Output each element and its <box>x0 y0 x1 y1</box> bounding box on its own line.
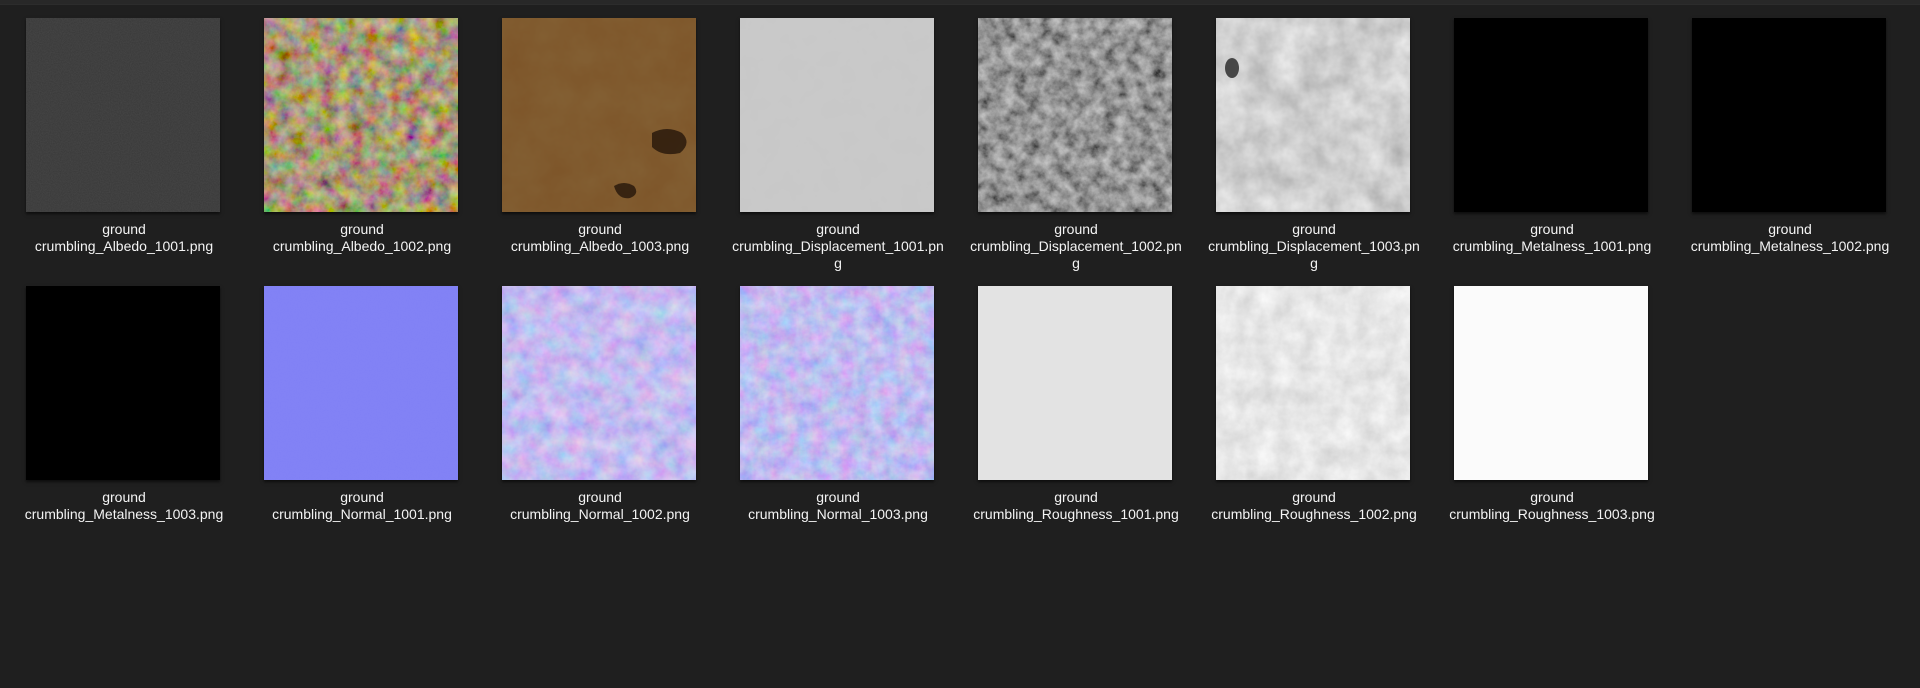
file-item[interactable]: ground crumbling_Roughness_1001.png <box>952 286 1180 548</box>
file-name: ground crumbling_Albedo_1001.png <box>34 221 214 254</box>
thumbnail-image <box>1216 286 1410 480</box>
thumbnail-image <box>264 18 458 212</box>
thumbnail-image <box>1454 286 1648 480</box>
file-item[interactable]: ground crumbling_Displacement_1003.pn g <box>1190 18 1420 280</box>
file-item[interactable]: ground crumbling_Metalness_1002.png <box>1666 18 1894 280</box>
thumbnail-image <box>502 18 696 212</box>
file-item[interactable]: ground crumbling_Metalness_1003.png <box>0 286 228 548</box>
file-item[interactable]: ground crumbling_Normal_1003.png <box>714 286 942 548</box>
file-name: ground crumbling_Normal_1003.png <box>748 489 928 522</box>
thumbnail-image <box>1454 18 1648 212</box>
file-item[interactable]: ground crumbling_Displacement_1001.pn g <box>714 18 944 280</box>
file-name: ground crumbling_Albedo_1003.png <box>510 221 690 254</box>
thumbnail-image <box>502 286 696 480</box>
thumbnail-image <box>978 286 1172 480</box>
file-name: ground crumbling_Roughness_1001.png <box>973 489 1179 522</box>
file-name: ground crumbling_Roughness_1003.png <box>1449 489 1655 522</box>
thumbnail-image <box>1692 18 1886 212</box>
file-name: ground crumbling_Displacement_1002.pn g <box>970 221 1182 271</box>
file-name: ground crumbling_Displacement_1003.pn g <box>1208 221 1420 271</box>
file-item[interactable]: ground crumbling_Roughness_1002.png <box>1190 286 1418 548</box>
file-grid: ground crumbling_Albedo_1001.png ground cr… <box>0 0 1920 688</box>
thumbnail-image <box>1216 18 1410 212</box>
file-item[interactable]: ground crumbling_Normal_1001.png <box>238 286 466 548</box>
thumbnail-image <box>740 18 934 212</box>
file-item[interactable]: ground crumbling_Albedo_1002.png <box>238 18 466 280</box>
file-name: ground crumbling_Metalness_1002.png <box>1690 221 1890 254</box>
file-item[interactable]: ground crumbling_Displacement_1002.pn g <box>952 18 1182 280</box>
file-item[interactable]: ground crumbling_Roughness_1003.png <box>1428 286 1656 548</box>
thumbnail-image <box>26 18 220 212</box>
thumbnail-image <box>26 286 220 480</box>
thumbnail-image <box>264 286 458 480</box>
file-name: ground crumbling_Roughness_1002.png <box>1211 489 1417 522</box>
file-name: ground crumbling_Normal_1002.png <box>510 489 690 522</box>
thumbnail-image <box>978 18 1172 212</box>
file-item[interactable]: ground crumbling_Metalness_1001.png <box>1428 18 1656 280</box>
file-item[interactable]: ground crumbling_Albedo_1003.png <box>476 18 704 280</box>
file-item[interactable]: ground crumbling_Normal_1002.png <box>476 286 704 548</box>
file-item[interactable]: ground crumbling_Albedo_1001.png <box>0 18 228 280</box>
file-name: ground crumbling_Normal_1001.png <box>272 489 452 522</box>
file-name: ground crumbling_Metalness_1001.png <box>1452 221 1652 254</box>
file-name: ground crumbling_Albedo_1002.png <box>272 221 452 254</box>
file-name: ground crumbling_Displacement_1001.pn g <box>732 221 944 271</box>
file-name: ground crumbling_Metalness_1003.png <box>24 489 224 522</box>
thumbnail-image <box>740 286 934 480</box>
